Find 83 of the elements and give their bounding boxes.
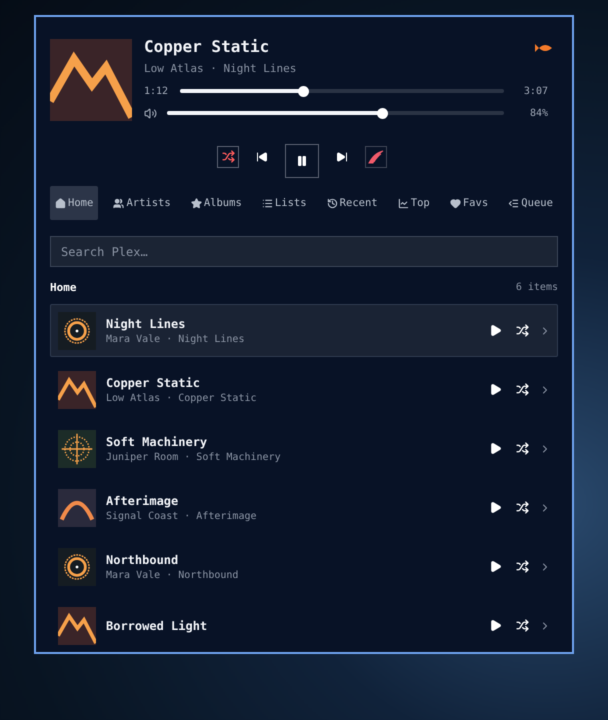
track-row[interactable]: Northbound Mara Vale · Northbound [50,540,558,593]
swoosh-icon [368,150,384,164]
shuffle-button[interactable] [516,501,529,514]
shuffle-icon [516,560,529,573]
shuffle-button[interactable] [217,146,239,168]
search-field[interactable]: Search Plex… [50,236,558,267]
nav-tab[interactable]: Queue [503,186,558,220]
shuffle-icon [516,383,529,396]
row-title: Borrowed Light [106,618,208,632]
row-title: Copper Static [106,376,201,390]
play-icon [489,442,502,455]
shuffle-icon [516,324,529,337]
swoosh-button[interactable] [365,146,387,168]
row-subtitle: Mara Vale · Night Lines [106,334,246,344]
shuffle-icon [516,501,529,514]
album-art [58,606,96,644]
row-title: Night Lines [106,316,186,330]
pause-button[interactable] [285,144,319,178]
nav-tab[interactable]: Artists [108,186,176,220]
shuffle-button[interactable] [516,324,529,337]
play-icon [489,560,502,573]
nav-tab[interactable]: Home [50,186,98,220]
pause-icon [296,155,308,167]
section-title: Home [50,281,76,294]
play-button[interactable] [489,383,502,396]
slider-thumb[interactable] [298,86,309,96]
nav-tab[interactable]: Albums [186,186,247,220]
row-subtitle: Low Atlas · Copper Static [106,392,258,404]
album-art [58,430,96,468]
row-subtitle: Mara Vale · Northbound [106,570,240,580]
row-title: Northbound [106,552,180,566]
star-icon [190,198,202,208]
play-button[interactable] [489,324,502,337]
previous-icon [256,150,268,162]
shuffle-icon [222,150,234,163]
home-icon [55,198,66,208]
row-subtitle: Signal Coast · Afterimage [106,510,258,522]
play-button[interactable] [489,619,502,632]
row-subtitle: Juniper Room · Soft Machinery [106,452,282,462]
history-icon [326,198,338,208]
play-icon [489,324,502,337]
shuffle-icon [516,442,529,455]
volume-reading: 84% [528,108,548,118]
track-row[interactable]: Copper Static Low Atlas · Copper Static [50,363,558,416]
nav-tab[interactable]: Recent [322,186,383,220]
users-icon [113,198,124,208]
album-art [58,548,96,586]
track-row[interactable]: Afterimage Signal Coast · Afterimage [50,481,558,534]
shuffle-button[interactable] [516,560,529,573]
volume-icon [144,106,157,120]
shuffle-button[interactable] [516,442,529,455]
nav-tab[interactable]: Lists [256,186,312,220]
row-title: Soft Machinery [106,434,208,448]
fish-icon [534,43,554,53]
album-art [58,312,96,350]
row-title: Afterimage [106,494,180,508]
item-count: 6 items [516,282,558,293]
elapsed-time: 1:12 [144,86,170,96]
list-icon [262,198,273,208]
track-row[interactable]: Borrowed Light [50,599,558,652]
play-icon [489,383,502,396]
track-row[interactable]: Soft Machinery Juniper Room · Soft Machinery [50,422,558,475]
nav-tab[interactable]: Favs [444,186,494,220]
play-button[interactable] [489,501,502,514]
heart-icon [450,198,461,208]
queue-icon [508,198,520,208]
shuffle-button[interactable] [516,619,529,632]
next-icon [336,150,348,162]
line-chart-icon [398,198,409,208]
shuffle-button[interactable] [516,383,529,396]
duration-time: 3:07 [522,86,548,96]
play-icon [489,501,502,514]
album-art [58,488,96,526]
play-button[interactable] [489,442,502,455]
shuffle-icon [516,619,529,632]
track-title: Copper Static [144,37,270,56]
nav-tab[interactable]: Top [392,186,435,220]
track-artist-album: Low Atlas · Night Lines [144,62,298,75]
track-row[interactable]: Night Lines Mara Vale · Night Lines [50,304,558,357]
album-art [58,370,96,408]
slider-thumb[interactable] [377,108,388,118]
play-button[interactable] [489,560,502,573]
play-icon [489,619,502,632]
